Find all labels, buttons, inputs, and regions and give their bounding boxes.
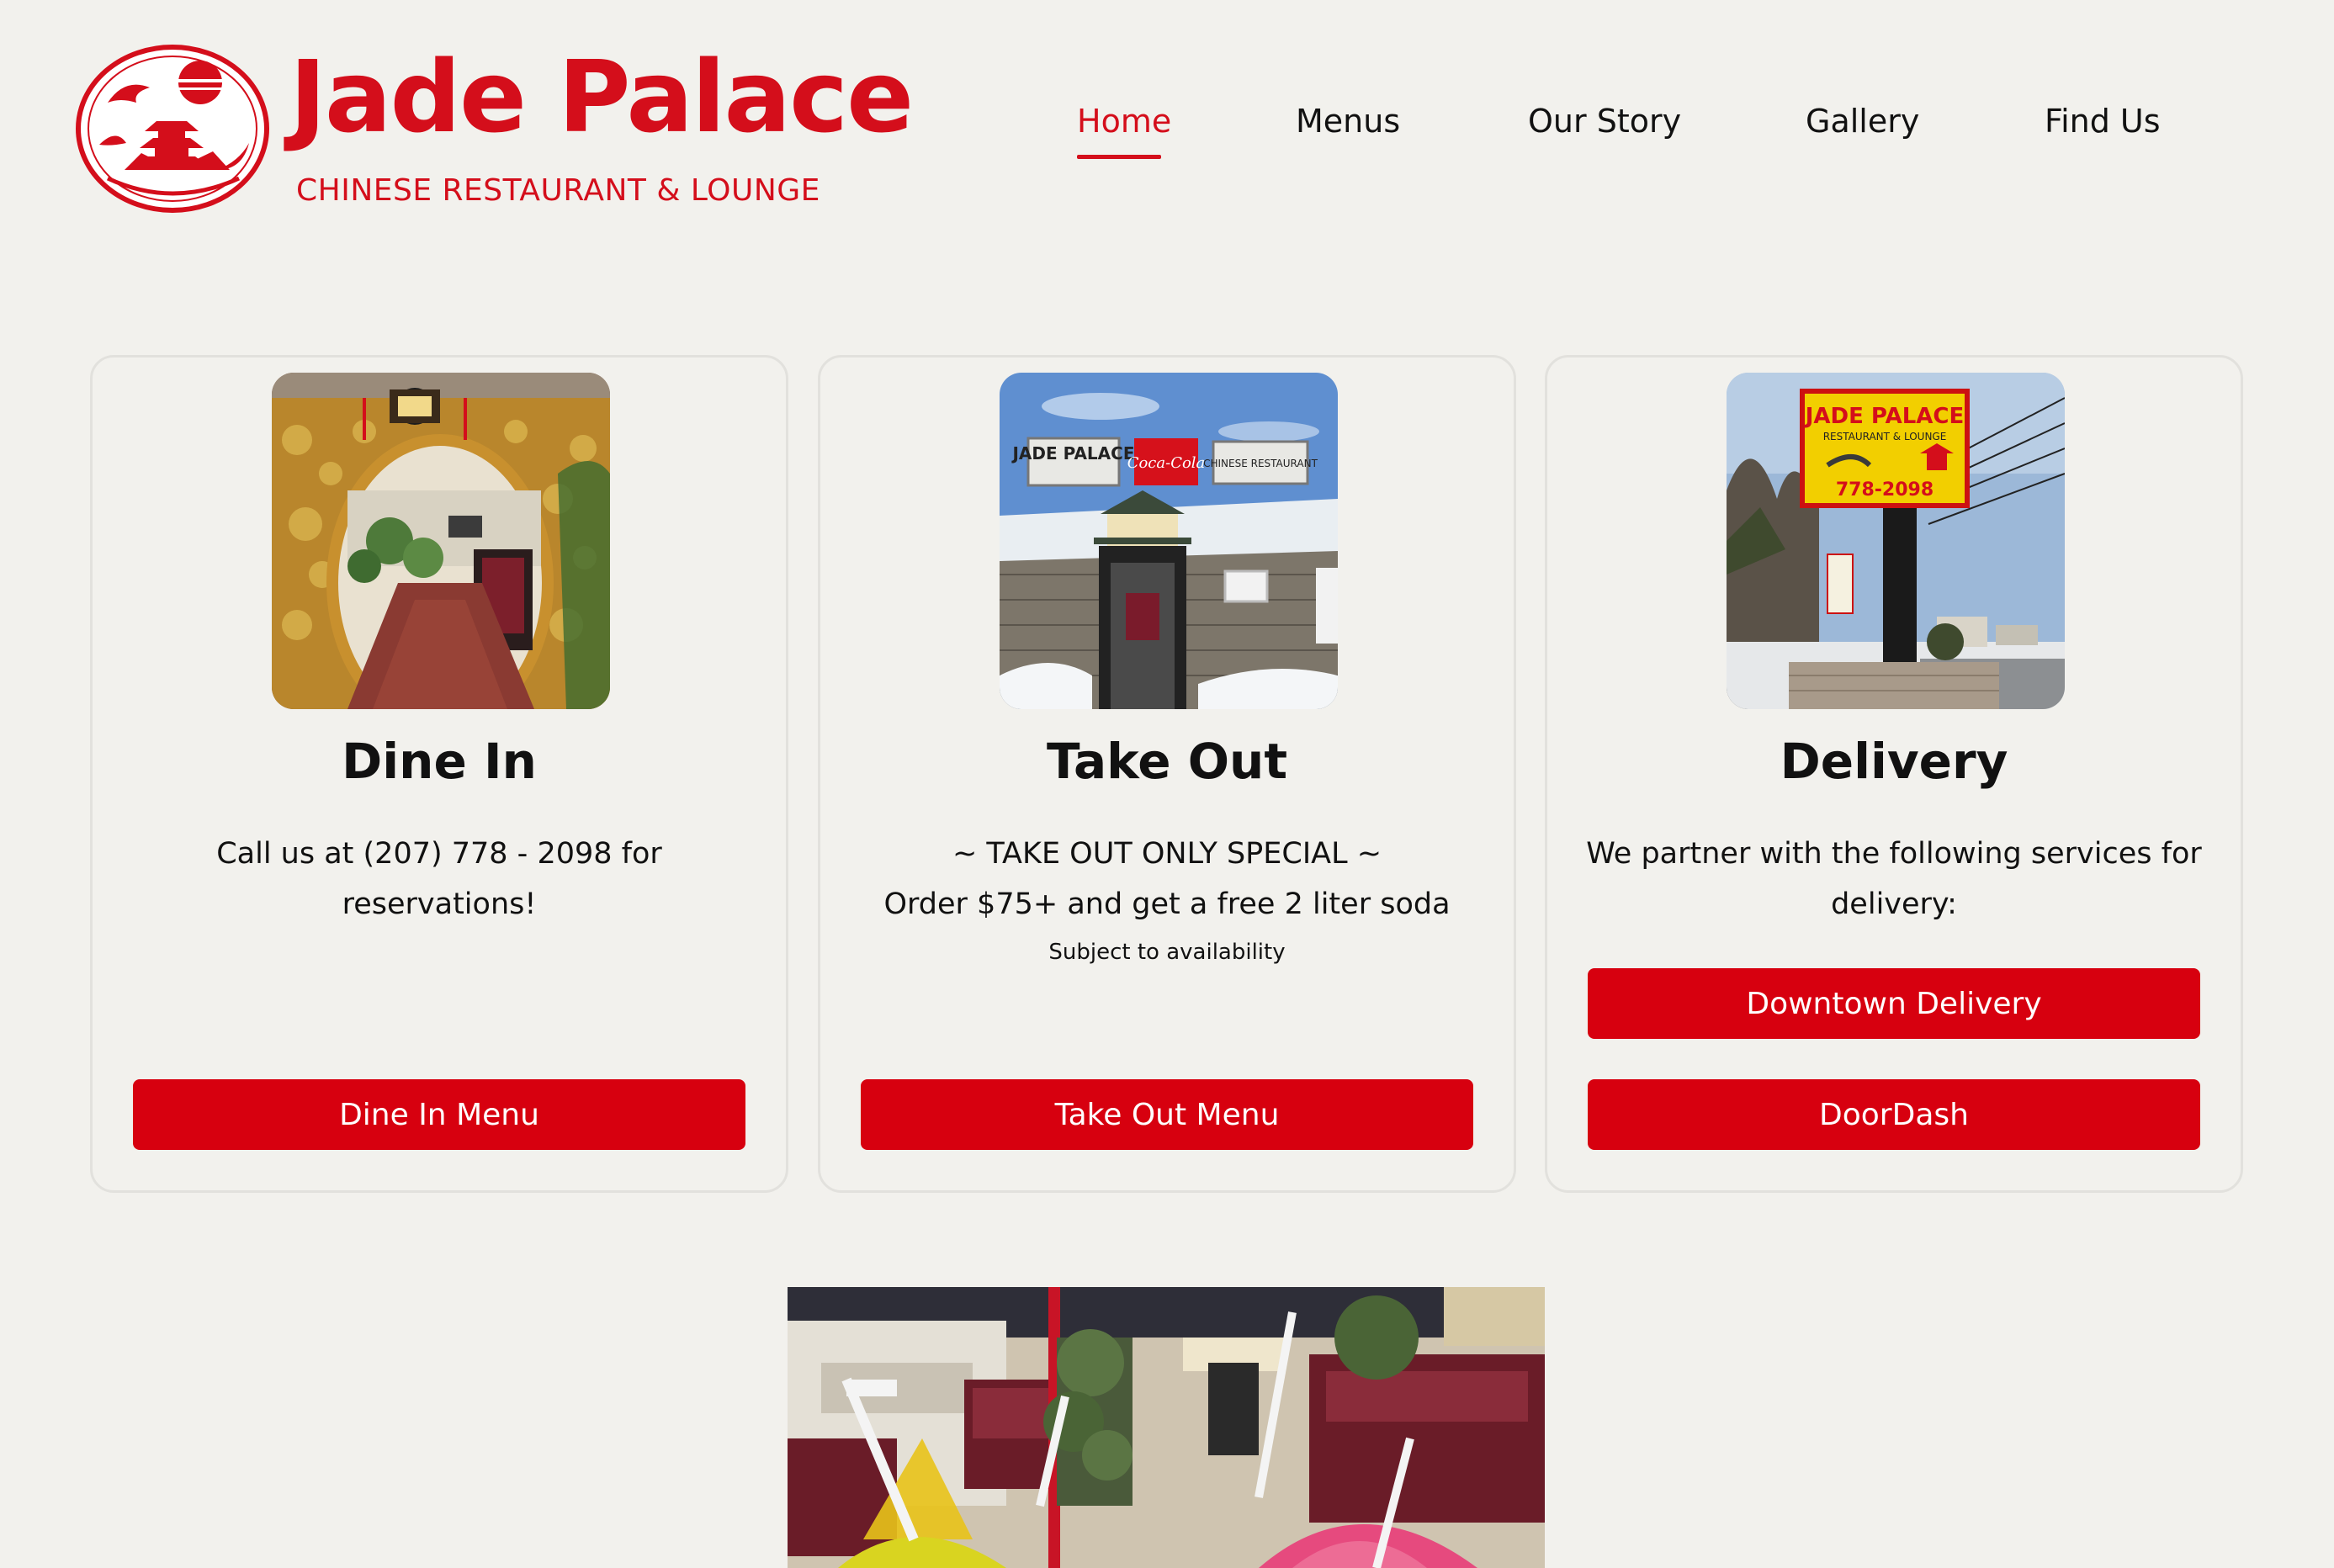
brand-subtitle: CHINESE RESTAURANT & LOUNGE <box>296 173 820 208</box>
delivery-photo-sign-phone: 778-2098 <box>1836 479 1934 501</box>
dine-in-menu-button[interactable]: Dine In Menu <box>133 1079 745 1150</box>
take-out-photo-sign-center: Coca-Cola <box>1127 454 1206 472</box>
take-out-photo-sign-right: CHINESE RESTAURANT <box>1203 458 1318 469</box>
delivery-photo-sign-subtitle: RESTAURANT & LOUNGE <box>1823 431 1947 442</box>
card-dine-in: Dine In Call us at (207) 778 - 2098 for … <box>90 355 788 1193</box>
dine-in-photo <box>272 373 610 709</box>
brand-title[interactable]: Jade Palace <box>289 47 914 146</box>
card-delivery: JADE PALACE RESTAURANT & LOUNGE 778-2098… <box>1545 355 2243 1193</box>
main-nav: Home Menus Our Story Gallery Find Us <box>1001 103 2230 170</box>
delivery-partners-text: We partner with the following services f… <box>1586 837 2202 921</box>
nav-active-indicator <box>1077 155 1161 159</box>
nav-gallery[interactable]: Gallery <box>1806 103 1919 140</box>
site-header: Jade Palace CHINESE RESTAURANT & LOUNGE … <box>0 0 2334 252</box>
restaurant-interior-photo <box>788 1287 1545 1568</box>
take-out-special-text: ~ TAKE OUT ONLY SPECIAL ~ Order $75+ and… <box>846 829 1488 930</box>
nav-our-story[interactable]: Our Story <box>1528 103 1681 140</box>
take-out-photo: JADE PALACE Coca-Cola CHINESE RESTAURANT <box>1000 373 1338 709</box>
downtown-delivery-button[interactable]: Downtown Delivery <box>1588 968 2200 1039</box>
take-out-special-offer: Order $75+ and get a free 2 liter soda <box>883 887 1451 921</box>
availability-note: Subject to availability <box>1048 940 1286 965</box>
pagoda-seal-icon[interactable] <box>74 44 271 214</box>
card-title: Take Out <box>1046 733 1288 790</box>
nav-home[interactable]: Home <box>1077 103 1171 140</box>
card-title: Dine In <box>342 733 537 790</box>
take-out-special-heading: ~ TAKE OUT ONLY SPECIAL ~ <box>952 837 1382 871</box>
delivery-photo-sign-title: JADE PALACE <box>1804 404 1965 429</box>
dine-in-phone-text: Call us at (207) 778 - 2098 for reservat… <box>216 837 662 921</box>
doordash-button[interactable]: DoorDash <box>1588 1079 2200 1150</box>
page: Jade Palace CHINESE RESTAURANT & LOUNGE … <box>0 0 2334 1568</box>
nav-find-us[interactable]: Find Us <box>2045 103 2161 140</box>
card-take-out: JADE PALACE Coca-Cola CHINESE RESTAURANT… <box>818 355 1516 1193</box>
take-out-menu-button[interactable]: Take Out Menu <box>861 1079 1473 1150</box>
card-title: Delivery <box>1780 733 2008 790</box>
delivery-photo: JADE PALACE RESTAURANT & LOUNGE 778-2098 <box>1727 373 2065 709</box>
nav-menus[interactable]: Menus <box>1296 103 1400 140</box>
take-out-photo-sign-left: JADE PALACE <box>1011 443 1134 464</box>
